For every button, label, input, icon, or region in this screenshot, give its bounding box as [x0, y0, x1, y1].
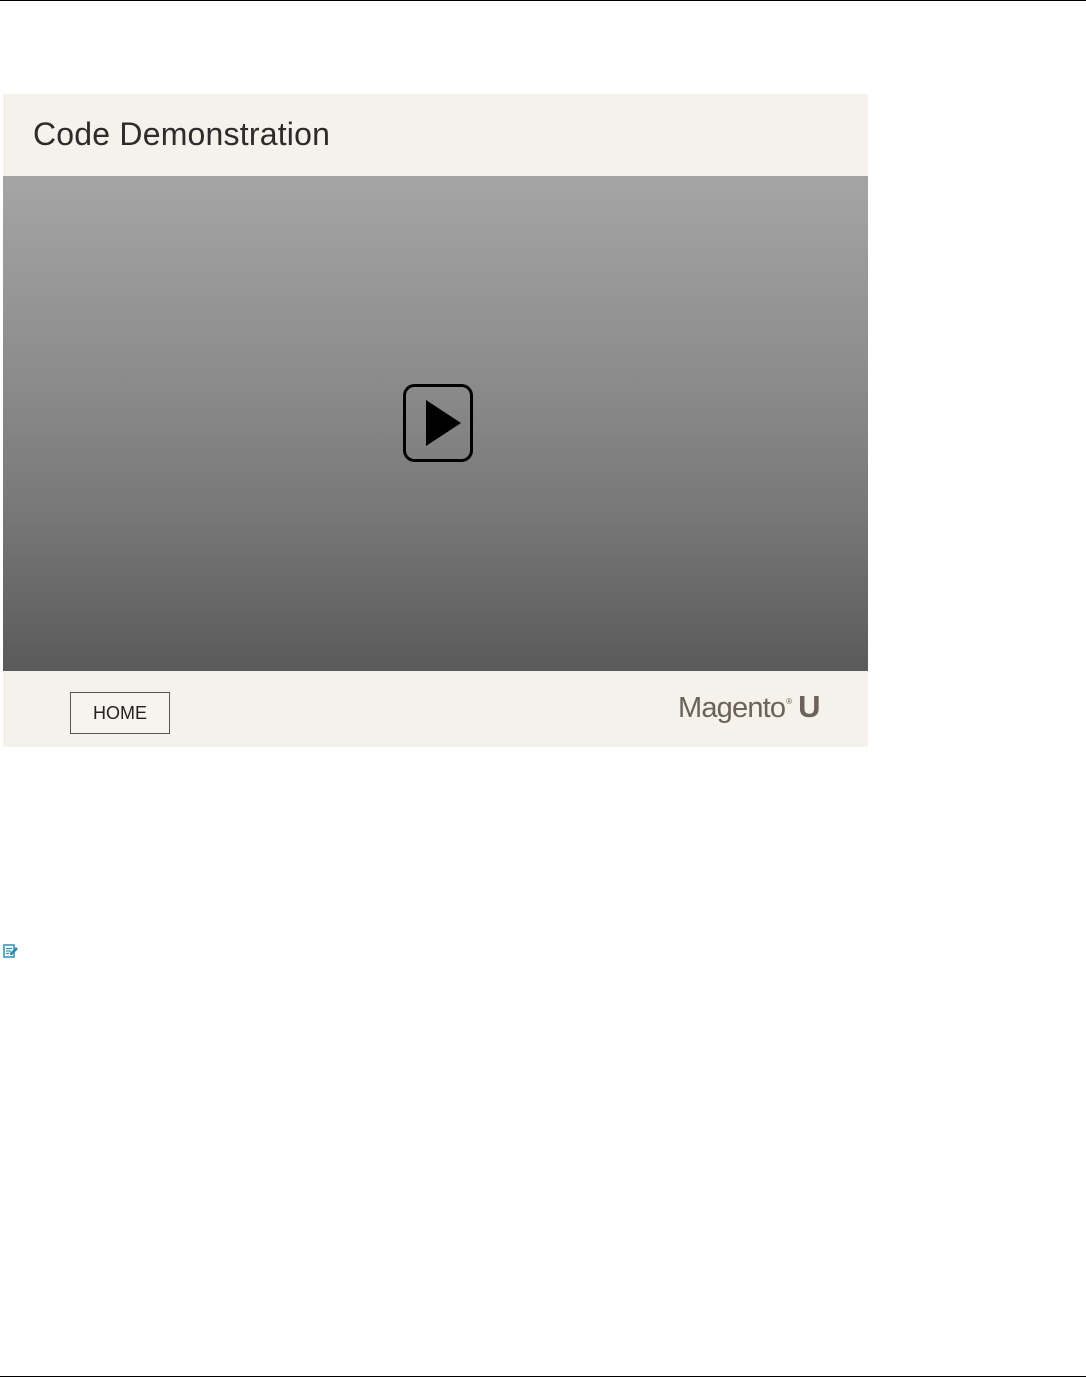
slide-title: Code Demonstration: [33, 116, 331, 152]
magento-u-logo: Magento® U: [678, 689, 821, 729]
play-button[interactable]: [403, 384, 473, 462]
video-slide: Code Demonstration HOME Magento® U: [3, 94, 868, 747]
note-edit-icon[interactable]: [3, 943, 19, 959]
home-button[interactable]: HOME: [70, 692, 170, 734]
top-divider: [0, 0, 1086, 1]
bottom-divider: [0, 1376, 1086, 1377]
logo-registered-mark: ®: [786, 697, 793, 706]
page: Code Demonstration HOME Magento® U: [0, 0, 1086, 1378]
logo-word: Magento: [678, 692, 786, 724]
video-area[interactable]: [3, 176, 868, 671]
slide-footer: HOME Magento® U: [3, 671, 868, 747]
logo-letter: U: [798, 689, 821, 724]
play-icon: [403, 384, 473, 462]
